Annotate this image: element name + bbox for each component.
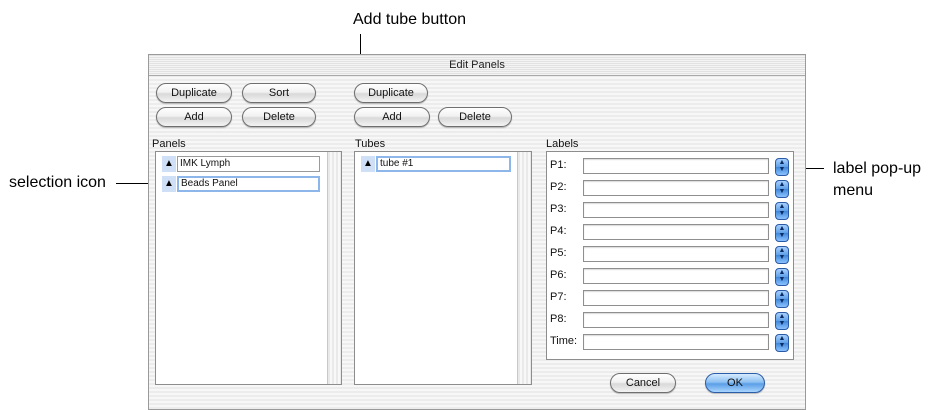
- panel-delete-button[interactable]: Delete: [242, 107, 316, 127]
- label-popup-arrows-icon[interactable]: ▲ ▼: [775, 180, 789, 198]
- label-field[interactable]: [583, 158, 769, 174]
- callout-add-tube-button: Add tube button: [353, 11, 466, 28]
- label-row: P1: ▲ ▼: [547, 158, 793, 176]
- selection-updown-arrows-icon[interactable]: ▲: [162, 176, 176, 192]
- panels-list[interactable]: ▲ IMK Lymph ▲ Beads Panel: [155, 151, 342, 385]
- label-name: P3:: [550, 203, 567, 215]
- labels-section-label: Labels: [546, 138, 579, 150]
- cancel-button[interactable]: Cancel: [610, 373, 676, 393]
- callout-selection-icon: selection icon: [9, 174, 106, 191]
- label-popup-arrows-icon[interactable]: ▲ ▼: [775, 268, 789, 286]
- label-name: P5:: [550, 247, 567, 259]
- label-name: P4:: [550, 225, 567, 237]
- label-field[interactable]: [583, 312, 769, 328]
- label-row: P7: ▲ ▼: [547, 290, 793, 308]
- callout-label-popup-line2: menu: [833, 182, 874, 199]
- label-popup-arrows-icon[interactable]: ▲ ▼: [775, 334, 789, 352]
- label-name: P2:: [550, 181, 567, 193]
- label-row: P8: ▲ ▼: [547, 312, 793, 330]
- label-popup-arrows-icon[interactable]: ▲ ▼: [775, 246, 789, 264]
- labels-panel: P1: ▲ ▼ P2: ▲ ▼ P3: ▲ ▼ P4: ▲ ▼ P5: ▲ ▼ P6: ▲…: [546, 151, 794, 360]
- panels-section-label: Panels: [152, 138, 186, 150]
- label-field[interactable]: [583, 202, 769, 218]
- label-field[interactable]: [583, 334, 769, 350]
- label-row: P4: ▲ ▼: [547, 224, 793, 242]
- list-item-panel[interactable]: ▲ IMK Lymph: [162, 156, 320, 172]
- label-row: P6: ▲ ▼: [547, 268, 793, 286]
- selection-updown-arrows-icon[interactable]: ▲: [361, 156, 375, 172]
- tubes-section-label: Tubes: [355, 138, 386, 150]
- label-field[interactable]: [583, 246, 769, 262]
- label-popup-arrows-icon[interactable]: ▲ ▼: [775, 158, 789, 176]
- ok-button[interactable]: OK: [705, 373, 765, 393]
- label-name: Time:: [550, 335, 578, 347]
- label-row: P5: ▲ ▼: [547, 246, 793, 264]
- tube-delete-button[interactable]: Delete: [438, 107, 512, 127]
- callout-label-popup-line1: label pop-up: [833, 160, 922, 177]
- label-field[interactable]: [583, 290, 769, 306]
- label-name: P6:: [550, 269, 567, 281]
- label-row: P3: ▲ ▼: [547, 202, 793, 220]
- panels-scrollbar[interactable]: [327, 152, 341, 384]
- panel-name-field[interactable]: IMK Lymph: [177, 156, 320, 172]
- tube-duplicate-button[interactable]: Duplicate: [354, 83, 428, 103]
- label-popup-arrows-icon[interactable]: ▲ ▼: [775, 312, 789, 330]
- window-title: Edit Panels: [449, 59, 505, 71]
- panel-name-field-selected[interactable]: Beads Panel: [177, 176, 320, 192]
- selection-updown-arrows-icon[interactable]: ▲: [162, 156, 176, 172]
- tube-name-field[interactable]: tube #1: [376, 156, 511, 172]
- label-field[interactable]: [583, 224, 769, 240]
- list-item-tube-selected[interactable]: ▲ tube #1: [361, 156, 511, 172]
- tubes-list[interactable]: ▲ tube #1: [354, 151, 532, 385]
- panel-add-button[interactable]: Add: [156, 107, 232, 127]
- list-item-panel-selected[interactable]: ▲ Beads Panel: [162, 176, 320, 192]
- label-row: P2: ▲ ▼: [547, 180, 793, 198]
- label-popup-arrows-icon[interactable]: ▲ ▼: [775, 290, 789, 308]
- label-row: Time: ▲ ▼: [547, 334, 793, 352]
- callout-label-popup: label pop-up menu: [833, 158, 921, 202]
- label-popup-arrows-icon[interactable]: ▲ ▼: [775, 202, 789, 220]
- label-name: P7:: [550, 291, 567, 303]
- label-name: P8:: [550, 313, 567, 325]
- window-titlebar: Edit Panels: [149, 55, 805, 76]
- panel-sort-button[interactable]: Sort: [242, 83, 316, 103]
- edit-panels-window: Edit Panels Duplicate Sort Add Delete Du…: [148, 54, 806, 410]
- label-name: P1:: [550, 159, 567, 171]
- panel-duplicate-button[interactable]: Duplicate: [156, 83, 232, 103]
- tubes-scrollbar[interactable]: [517, 152, 531, 384]
- label-field[interactable]: [583, 268, 769, 284]
- label-popup-arrows-icon[interactable]: ▲ ▼: [775, 224, 789, 242]
- label-field[interactable]: [583, 180, 769, 196]
- tube-add-button[interactable]: Add: [354, 107, 430, 127]
